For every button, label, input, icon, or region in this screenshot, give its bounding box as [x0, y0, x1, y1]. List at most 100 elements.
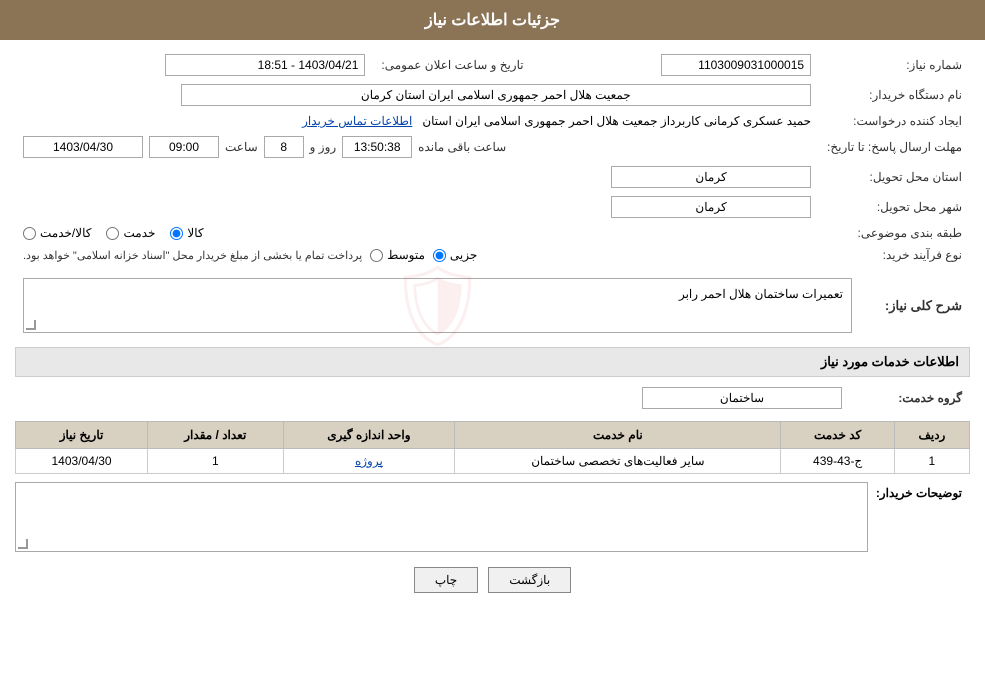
process-jazii-radio[interactable]: [433, 249, 446, 262]
service-group-table: گروه خدمت: ساختمان: [15, 383, 970, 413]
creator-contact-link[interactable]: اطلاعات تماس خریدار: [302, 114, 412, 128]
info-table: شماره نیاز: 1103009031000015 تاریخ و ساع…: [15, 50, 970, 266]
page-wrapper: جزئیات اطلاعات نیاز شماره نیاز: 11030090…: [0, 0, 985, 691]
days-label: روز و: [310, 140, 337, 154]
need-number-value: 1103009031000015: [544, 50, 819, 80]
need-number-input: 1103009031000015: [661, 54, 811, 76]
days-input: 8: [264, 136, 304, 158]
page-header: جزئیات اطلاعات نیاز: [0, 0, 985, 40]
process-value: پرداخت تمام یا بخشی از مبلغ خریدار محل "…: [15, 244, 819, 266]
time-input: 09:00: [149, 136, 219, 158]
remaining-time-input: 13:50:38: [342, 136, 412, 158]
deadline-value: ساعت باقی مانده 13:50:38 روز و 8 ساعت 09…: [15, 132, 819, 162]
buyer-desc-container: توضیحات خریدار:: [15, 482, 970, 552]
info-row-7: طبقه بندی موضوعی: کالا/خدمت خدمت کالا: [15, 222, 970, 244]
province-value: کرمان: [15, 162, 819, 192]
bottom-buttons: بازگشت چاپ: [15, 567, 970, 593]
info-row-8: نوع فرآیند خرید: پرداخت تمام یا بخشی از …: [15, 244, 970, 266]
need-number-label: شماره نیاز:: [819, 50, 970, 80]
creator-label: ایجاد کننده درخواست:: [819, 110, 970, 132]
category-kala-item: کالا: [170, 226, 203, 240]
city-value: کرمان: [15, 192, 819, 222]
buyer-name-input: جمعیت هلال احمر جمهوری اسلامی ایران استا…: [181, 84, 811, 106]
need-desc-label: شرح کلی نیاز:: [860, 274, 970, 337]
category-kala-radio[interactable]: [170, 227, 183, 240]
service-group-row: گروه خدمت: ساختمان: [15, 383, 970, 413]
category-radio-group: کالا/خدمت خدمت کالا: [23, 226, 811, 240]
category-khadamat-label: خدمت: [123, 226, 155, 240]
cell-service_name: سایر فعالیت‌های تخصصی ساختمان: [455, 449, 781, 474]
province-label: استان محل تحویل:: [819, 162, 970, 192]
process-motavaset-label: متوسط: [387, 248, 425, 262]
category-kala-khadamat-label: کالا/خدمت: [40, 226, 91, 240]
need-desc-row: شرح کلی نیاز: 🛡 تعمیرات ساختمان هلال احم…: [15, 274, 970, 337]
buyer-desc-resize-handle[interactable]: [18, 539, 28, 549]
process-jazii-label: جزیی: [450, 248, 477, 262]
services-table-head: ردیف کد خدمت نام خدمت واحد اندازه گیری ت…: [16, 422, 970, 449]
page-title: جزئیات اطلاعات نیاز: [425, 12, 560, 29]
cell-date: 1403/04/30: [16, 449, 148, 474]
city-input: کرمان: [611, 196, 811, 218]
process-motavaset-radio[interactable]: [370, 249, 383, 262]
date-deadline-input: 1403/04/30: [23, 136, 143, 158]
table-row: 1ج-43-439سایر فعالیت‌های تخصصی ساختمانپر…: [16, 449, 970, 474]
services-table-body: 1ج-43-439سایر فعالیت‌های تخصصی ساختمانپر…: [16, 449, 970, 474]
print-button[interactable]: چاپ: [414, 567, 478, 593]
back-button[interactable]: بازگشت: [488, 567, 571, 593]
city-label: شهر محل تحویل:: [819, 192, 970, 222]
date-label: تاریخ و ساعت اعلان عمومی:: [373, 50, 543, 80]
service-group-input: ساختمان: [642, 387, 842, 409]
deadline-label: مهلت ارسال پاسخ: تا تاریخ:: [819, 132, 970, 162]
col-row-num: ردیف: [894, 422, 969, 449]
shield-watermark: 🛡: [387, 259, 489, 353]
services-table-header-row: ردیف کد خدمت نام خدمت واحد اندازه گیری ت…: [16, 422, 970, 449]
col-date: تاریخ نیاز: [16, 422, 148, 449]
info-row-5: استان محل تحویل: کرمان: [15, 162, 970, 192]
process-row: پرداخت تمام یا بخشی از مبلغ خریدار محل "…: [23, 248, 811, 262]
remaining-label: ساعت باقی مانده: [418, 140, 506, 154]
category-khadamat-radio[interactable]: [106, 227, 119, 240]
need-desc-table: شرح کلی نیاز: 🛡 تعمیرات ساختمان هلال احم…: [15, 274, 970, 337]
creator-value: حمید عسکری کرمانی کاربرداز جمعیت هلال اح…: [15, 110, 819, 132]
date-value: 1403/04/21 - 18:51: [15, 50, 373, 80]
services-table: ردیف کد خدمت نام خدمت واحد اندازه گیری ت…: [15, 421, 970, 474]
process-jazii-item: جزیی: [433, 248, 477, 262]
buyer-desc-box: [15, 482, 868, 552]
col-service-name: نام خدمت: [455, 422, 781, 449]
need-desc-box: 🛡 تعمیرات ساختمان هلال احمر رابر: [23, 278, 852, 333]
col-unit: واحد اندازه گیری: [283, 422, 455, 449]
cell-row_num: 1: [894, 449, 969, 474]
buyer-desc-label: توضیحات خریدار:: [868, 482, 970, 504]
buyer-name-value: جمعیت هلال احمر جمهوری اسلامی ایران استا…: [15, 80, 819, 110]
province-input: کرمان: [611, 166, 811, 188]
process-motavaset-item: متوسط: [370, 248, 425, 262]
services-section-title: اطلاعات خدمات مورد نیاز: [15, 347, 970, 377]
info-row-6: شهر محل تحویل: کرمان: [15, 192, 970, 222]
category-value: کالا/خدمت خدمت کالا: [15, 222, 819, 244]
need-desc-text: تعمیرات ساختمان هلال احمر رابر: [679, 287, 843, 301]
time-label: ساعت: [225, 140, 258, 154]
category-khadamat-item: خدمت: [106, 226, 155, 240]
date-input: 1403/04/21 - 18:51: [165, 54, 365, 76]
creator-name: حمید عسکری کرمانی کاربرداز جمعیت هلال اح…: [422, 114, 811, 128]
info-row-4: مهلت ارسال پاسخ: تا تاریخ: ساعت باقی مان…: [15, 132, 970, 162]
resize-handle[interactable]: [26, 320, 36, 330]
category-label: طبقه بندی موضوعی:: [819, 222, 970, 244]
category-kala-label: کالا: [187, 226, 203, 240]
info-row-3: ایجاد کننده درخواست: حمید عسکری کرمانی ک…: [15, 110, 970, 132]
category-kala-khadamat-radio[interactable]: [23, 227, 36, 240]
info-row-2: نام دستگاه خریدار: جمعیت هلال احمر جمهور…: [15, 80, 970, 110]
buyer-desc-content: [15, 482, 868, 552]
buyer-name-label: نام دستگاه خریدار:: [819, 80, 970, 110]
cell-quantity: 1: [148, 449, 283, 474]
process-desc: پرداخت تمام یا بخشی از مبلغ خریدار محل "…: [23, 249, 362, 262]
info-row-1: شماره نیاز: 1103009031000015 تاریخ و ساع…: [15, 50, 970, 80]
category-kala-khadamat-item: کالا/خدمت: [23, 226, 91, 240]
need-desc-value-cell: 🛡 تعمیرات ساختمان هلال احمر رابر: [15, 274, 860, 337]
service-group-value-cell: ساختمان: [15, 383, 850, 413]
col-service-code: کد خدمت: [781, 422, 894, 449]
cell-service_code: ج-43-439: [781, 449, 894, 474]
service-group-label: گروه خدمت:: [850, 383, 970, 413]
cell-unit[interactable]: پروژه: [283, 449, 455, 474]
main-content: شماره نیاز: 1103009031000015 تاریخ و ساع…: [0, 40, 985, 603]
